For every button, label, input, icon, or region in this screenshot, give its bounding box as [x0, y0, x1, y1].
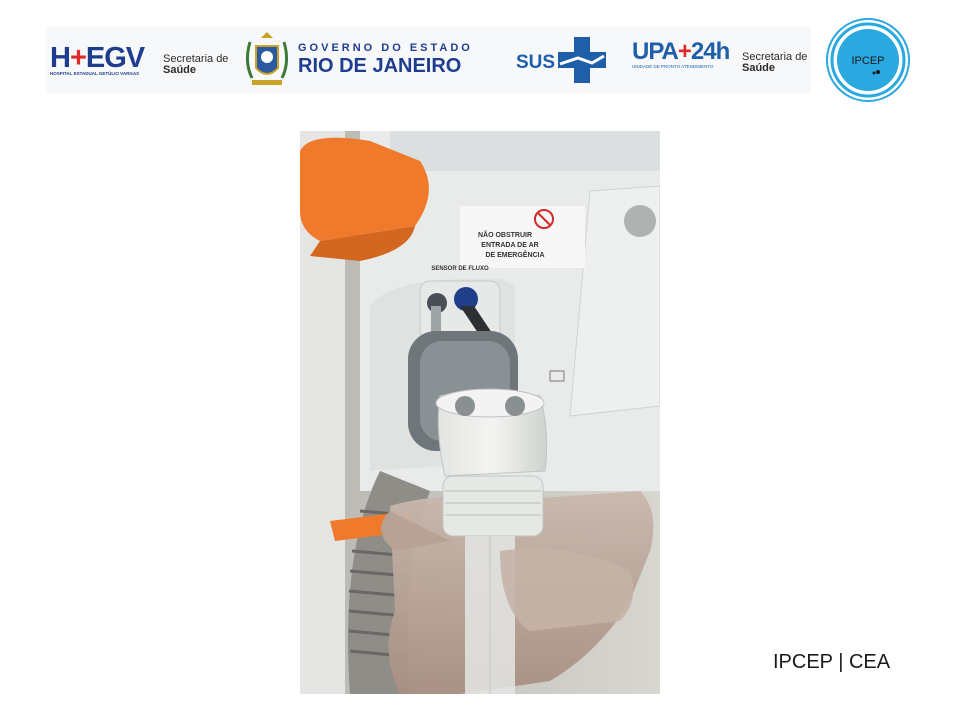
secretaria-saude-right: Secretaria de Saúde: [742, 51, 808, 74]
rj-state-seal-icon: [242, 30, 292, 90]
svg-text:IPCEP: IPCEP: [851, 55, 884, 67]
sus-cross-icon: [558, 37, 606, 83]
warning-label-line-3: DE EMERGÊNCIA: [485, 250, 544, 259]
secretaria-saude-left: Secretaria de Saúde: [163, 53, 229, 76]
governo-rj-logo: GOVERNO DO ESTADO RIO DE JANEIRO: [298, 42, 473, 77]
hegv-subtitle: HOSPITAL ESTADUAL GETÚLIO VARGAS: [50, 71, 140, 76]
warning-label-line-2: ENTRADA DE AR: [481, 242, 538, 249]
hegv-logo: H+EGV HOSPITAL ESTADUAL GETÚLIO VARGAS: [50, 42, 145, 76]
footer-label: IPCEP | CEA: [773, 651, 891, 673]
warning-label-line-1: NÃO OBSTRUIR: [478, 230, 532, 239]
ventilator-flow-sensor-photo: NÃO OBSTRUIR ENTRADA DE AR DE EMERGÊNCIA…: [300, 131, 661, 694]
upa24h-logo: UPA+24h UNIDADE DE PRONTO ATENDIMENTO: [632, 38, 730, 69]
ipcep-logo: IPCEP: [825, 17, 911, 103]
flow-sensor-label: SENSOR DE FLUXO: [431, 266, 489, 272]
